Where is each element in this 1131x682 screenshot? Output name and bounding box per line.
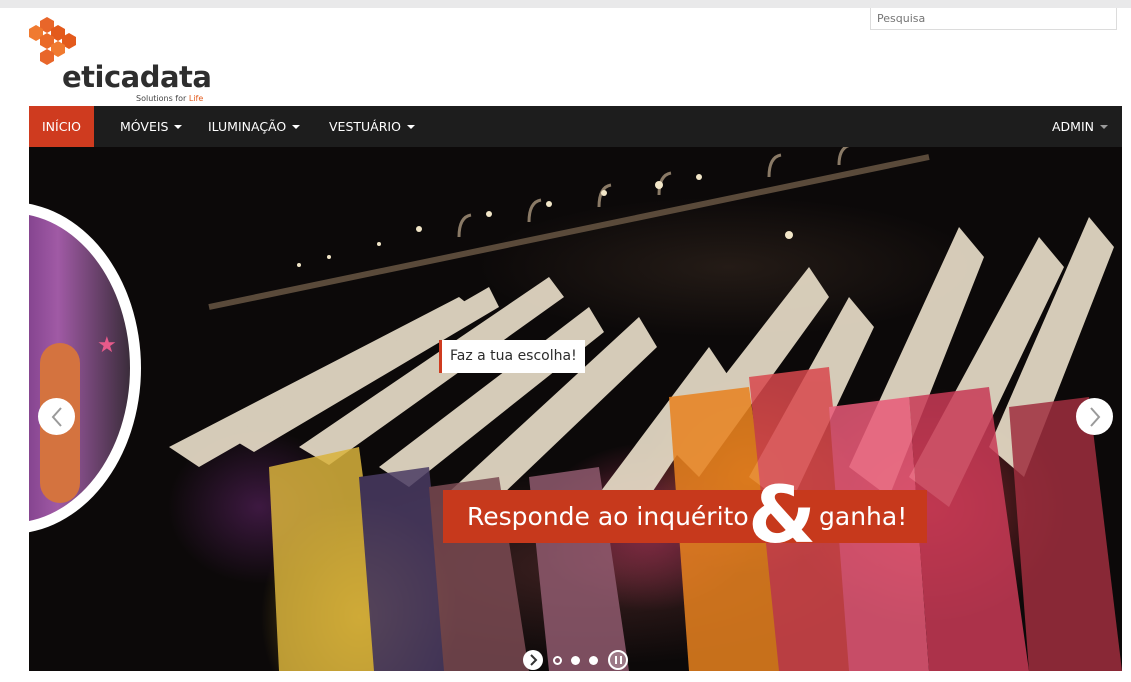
slider-dot-1[interactable] (553, 656, 562, 665)
slide-tagline: Faz a tua escolha! (439, 340, 585, 373)
nav-item-admin[interactable]: ADMIN (1052, 106, 1108, 147)
nav-item-label: VESTUÁRIO (329, 119, 401, 134)
survey-banner[interactable]: Responde ao inquérito & ganha! (443, 476, 927, 556)
logo-tagline: Solutions for Life (136, 94, 203, 103)
banner-text-left: Responde ao inquérito (467, 502, 749, 531)
chevron-right-icon (1089, 406, 1100, 427)
slider-pause-button[interactable] (608, 650, 628, 670)
chevron-left-icon (51, 406, 62, 427)
nav-item-label: ADMIN (1052, 119, 1094, 134)
star-icon: ★ (97, 333, 117, 358)
caret-down-icon (406, 125, 415, 129)
slide-background-image (169, 147, 1122, 671)
caret-down-icon (1100, 125, 1108, 129)
hero-slider: ★ Faz a tua escolha! Responde ao inquéri… (29, 147, 1122, 671)
main-navbar: INÍCIO MÓVEIS ILUMINAÇÃO VESTUÁRIO ADMIN (29, 106, 1122, 147)
banner-text-right: ganha! (819, 502, 908, 531)
caret-down-icon (292, 125, 301, 129)
nav-item-inicio[interactable]: INÍCIO (29, 106, 94, 147)
slider-dot-3[interactable] (589, 656, 598, 665)
logo-tagline-prefix: Solutions for (136, 94, 189, 103)
search-input[interactable] (870, 8, 1117, 30)
nav-item-moveis[interactable]: MÓVEIS (120, 106, 183, 147)
logo-tagline-highlight: Life (188, 94, 204, 103)
nav-item-iluminacao[interactable]: ILUMINAÇÃO (208, 106, 301, 147)
slider-dot-2[interactable] (571, 656, 580, 665)
banner-ampersand: & (748, 471, 817, 561)
slider-prev-button[interactable] (38, 398, 75, 435)
logo[interactable]: eticadata Solutions for Life (28, 16, 218, 103)
nav-item-label: INÍCIO (42, 119, 81, 134)
nav-item-label: MÓVEIS (120, 119, 169, 134)
caret-down-icon (174, 125, 183, 129)
page: eticadata Solutions for Life INÍCIO MÓVE… (0, 8, 1131, 682)
nav-item-label: ILUMINAÇÃO (208, 119, 287, 134)
nav-item-vestuario[interactable]: VESTUÁRIO (329, 106, 415, 147)
slider-play-button[interactable] (523, 650, 543, 670)
logo-wordmark: eticadata (62, 60, 212, 94)
slider-next-button[interactable] (1076, 398, 1113, 435)
chevron-right-icon (530, 654, 538, 666)
